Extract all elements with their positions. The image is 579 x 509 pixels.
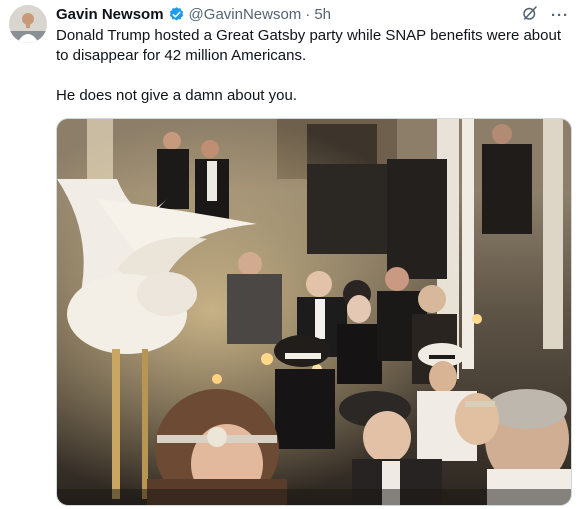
- tweet-header: Gavin Newsom @GavinNewsom · 5h: [56, 4, 331, 24]
- post-time[interactable]: 5h: [314, 6, 331, 23]
- tweet: Gavin Newsom @GavinNewsom · 5h ··· Donal…: [0, 0, 579, 509]
- avatar[interactable]: [9, 5, 47, 43]
- tweet-actions: ···: [521, 4, 569, 27]
- grok-icon[interactable]: [521, 4, 539, 27]
- more-icon[interactable]: ···: [551, 8, 569, 23]
- post-paragraph-1: Donald Trump hosted a Great Gatsby party…: [56, 27, 561, 64]
- separator-dot: ·: [305, 5, 311, 23]
- party-photo: [57, 119, 571, 505]
- post-paragraph-2: He does not give a damn about you.: [56, 87, 297, 104]
- post-text: Donald Trump hosted a Great Gatsby party…: [56, 26, 566, 106]
- author-name[interactable]: Gavin Newsom: [56, 6, 164, 23]
- post-photo[interactable]: [56, 118, 572, 506]
- verified-badge-icon: [168, 6, 185, 23]
- author-handle[interactable]: @GavinNewsom: [189, 6, 302, 23]
